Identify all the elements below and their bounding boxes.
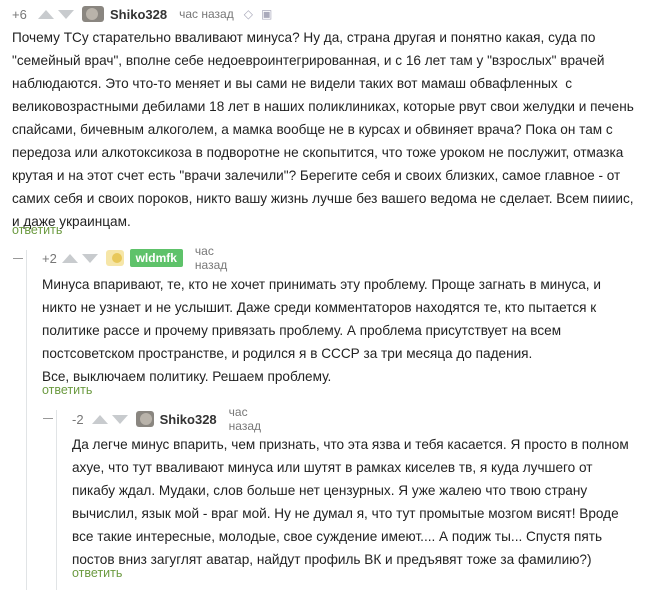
reply-link[interactable]: ответить <box>72 566 122 580</box>
downvote-icon[interactable] <box>112 414 129 424</box>
rating: -2 <box>72 411 84 427</box>
comment-text: Да легче минус впарить, чем признать, чт… <box>72 437 633 567</box>
collapse-icon[interactable] <box>13 258 23 259</box>
username[interactable]: Shiko328 <box>110 7 167 22</box>
upvote-icon[interactable] <box>38 9 54 19</box>
comment-text: Минуса впаривают, те, кто не хочет прини… <box>42 277 601 384</box>
save-icon[interactable]: ▣ <box>261 7 272 21</box>
username[interactable]: wldmfk <box>129 249 183 267</box>
avatar[interactable] <box>136 411 154 427</box>
comment-header: +2 wldmfk час назад <box>42 244 248 272</box>
timestamp[interactable]: час назад <box>229 405 272 433</box>
thread-line[interactable] <box>26 250 27 590</box>
comment-header: -2 Shiko328 час назад <box>72 405 281 433</box>
reply-link[interactable]: ответить <box>12 223 62 237</box>
upvote-icon[interactable] <box>92 414 109 424</box>
comment-text: Почему ТСу старательно вваливают минуса?… <box>12 30 638 229</box>
bookmark-icon[interactable]: ◇ <box>244 7 253 21</box>
avatar[interactable] <box>82 6 104 22</box>
avatar[interactable] <box>106 250 124 266</box>
downvote-icon[interactable] <box>58 9 74 19</box>
reply-link[interactable]: ответить <box>42 383 92 397</box>
rating: +2 <box>42 250 57 266</box>
timestamp[interactable]: час назад <box>179 7 234 21</box>
comment-header: +6 Shiko328 час назад ◇ ▣ <box>12 5 280 23</box>
downvote-icon[interactable] <box>82 253 99 263</box>
upvote-icon[interactable] <box>62 253 79 263</box>
collapse-icon[interactable] <box>43 418 53 419</box>
timestamp[interactable]: час назад <box>195 244 238 272</box>
thread-line[interactable] <box>56 410 57 590</box>
rating: +6 <box>12 6 27 22</box>
username[interactable]: Shiko328 <box>160 412 217 427</box>
